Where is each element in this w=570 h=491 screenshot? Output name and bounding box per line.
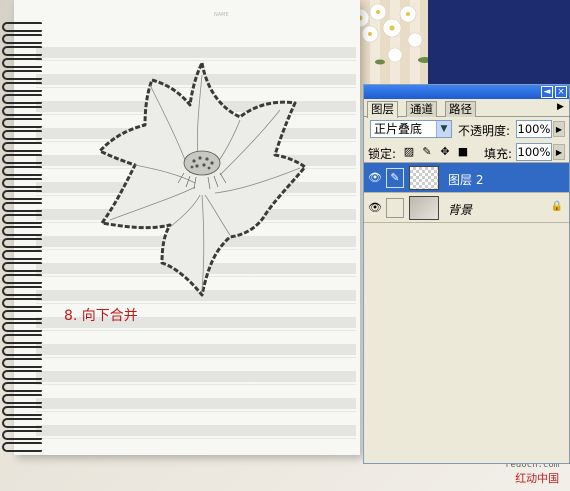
spiral-ring (2, 142, 42, 152)
spiral-ring (2, 358, 42, 368)
opacity-slider-arrow-icon[interactable]: ▶ (553, 121, 565, 137)
spiral-ring (2, 178, 42, 188)
blend-mode-value: 正片叠底 (374, 122, 423, 136)
spiral-ring (2, 322, 42, 332)
paintbrush-icon[interactable]: ✎ (386, 168, 404, 188)
fill-label: 填充: (484, 147, 513, 161)
spiral-ring (2, 394, 42, 404)
opacity-label: 不透明度: (458, 124, 511, 138)
panel-title-bar[interactable]: ◄ × (364, 85, 569, 99)
spiral-ring (2, 262, 42, 272)
spiral-ring (2, 34, 42, 44)
spiral-ring (2, 406, 42, 416)
blend-mode-select[interactable]: 正片叠底 ▼ (370, 120, 452, 138)
eye-visibility-icon[interactable]: 👁 (368, 171, 382, 185)
spiral-ring (2, 382, 42, 392)
lock-icon: 🔒 (550, 201, 563, 212)
layer-name[interactable]: 背景 (448, 201, 472, 218)
layer-name[interactable]: 图层 2 (448, 171, 483, 188)
lock-row: 锁定: ▨ ✎ ✥ ■ 填充: 100% ▶ (364, 141, 569, 163)
spiral-ring (2, 442, 42, 452)
panel-menu-icon[interactable]: ▶ (555, 102, 566, 113)
spiral-ring (2, 70, 42, 80)
notebook-header-text: NAME (214, 12, 229, 18)
spiral-ring (2, 238, 42, 248)
spiral-ring (2, 46, 42, 56)
spiral-ring (2, 22, 42, 32)
spiral-ring (2, 166, 42, 176)
fill-input[interactable]: 100% (516, 143, 552, 161)
spiral-ring (2, 154, 42, 164)
spiral-ring (2, 190, 42, 200)
opacity-input[interactable]: 100% (516, 120, 552, 138)
spiral-ring (2, 130, 42, 140)
close-panel-button[interactable]: × (555, 86, 567, 98)
spiral-ring (2, 346, 42, 356)
spiral-ring (2, 250, 42, 260)
layers-panel: ◄ × 图层 通道 路径 ▶ 正片叠底 ▼ 不透明度: 100% ▶ 锁定: ▨… (363, 84, 570, 464)
step-caption: 8. 向下合并 (64, 308, 138, 324)
spiral-ring (2, 82, 42, 92)
spiral-ring (2, 106, 42, 116)
lock-label: 锁定: (368, 147, 397, 161)
spiral-ring (2, 94, 42, 104)
spiral-ring (2, 118, 42, 128)
layer-row-background[interactable]: 👁 背景 🔒 (364, 193, 569, 223)
blend-row: 正片叠底 ▼ 不透明度: 100% ▶ (364, 117, 569, 141)
spiral-ring (2, 418, 42, 428)
lock-position-move-icon[interactable]: ✥ (438, 145, 452, 159)
lock-paint-brush-icon[interactable]: ✎ (420, 145, 434, 159)
spiral-ring (2, 286, 42, 296)
spiral-ring (2, 226, 42, 236)
background-blue-area (428, 0, 570, 88)
spiral-binding (0, 22, 44, 452)
tab-layers[interactable]: 图层 (367, 101, 398, 118)
spiral-ring (2, 310, 42, 320)
spiral-ring (2, 214, 42, 224)
spiral-ring (2, 370, 42, 380)
lotus-sketch (98, 61, 307, 297)
spiral-ring (2, 202, 42, 212)
chevron-down-icon[interactable]: ▼ (436, 121, 451, 137)
spiral-ring (2, 58, 42, 68)
spiral-ring (2, 430, 42, 440)
watermark-name: 红动中国 (515, 472, 560, 485)
spiral-ring (2, 298, 42, 308)
fill-slider-arrow-icon[interactable]: ▶ (553, 144, 565, 160)
link-cell[interactable] (386, 198, 404, 218)
spiral-ring (2, 334, 42, 344)
collapse-panel-button[interactable]: ◄ (541, 86, 553, 98)
layer-thumbnail[interactable] (409, 166, 439, 190)
panel-tabs: 图层 通道 路径 ▶ (364, 99, 569, 118)
lock-transparency-icon[interactable]: ▨ (402, 145, 416, 159)
tab-channels[interactable]: 通道 (406, 101, 437, 117)
tab-paths[interactable]: 路径 (445, 101, 476, 117)
eye-visibility-icon[interactable]: 👁 (368, 201, 382, 215)
layer-thumbnail[interactable] (409, 196, 439, 220)
spiral-ring (2, 274, 42, 284)
lock-all-icon[interactable]: ■ (456, 145, 470, 159)
layer-row-layer-2[interactable]: 👁 ✎ 图层 2 (364, 163, 569, 193)
